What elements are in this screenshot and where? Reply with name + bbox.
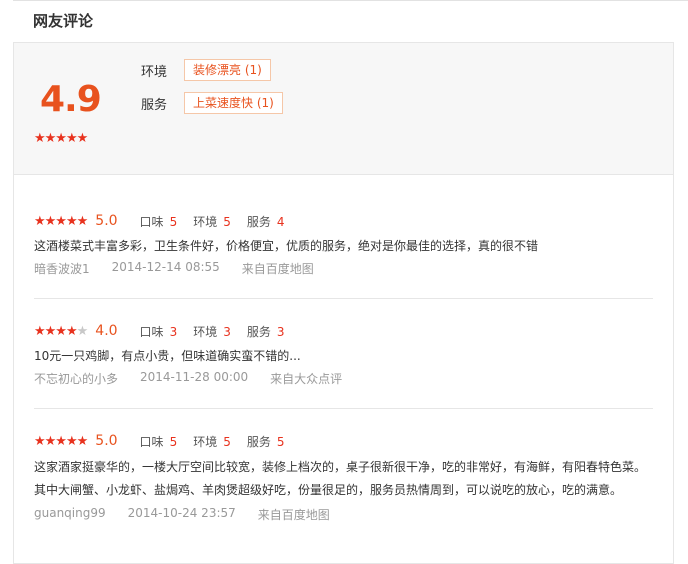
review-score: 5.0 <box>95 433 118 449</box>
taste-rating: 口味 3 <box>139 324 178 339</box>
review-source: 来自大众点评 <box>270 372 343 386</box>
review-header: ★★★★★ 5.0 口味 5 环境 5 服务 4 <box>34 212 654 230</box>
review-score: 4.0 <box>95 323 118 339</box>
environment-rating: 环境 5 <box>193 434 231 449</box>
top-divider <box>13 0 688 1</box>
star-rating-icon: ★★★★★ <box>34 213 88 229</box>
review-meta: guanqing99 2014-10-24 23:57 来自百度地图 <box>34 506 654 523</box>
review-user[interactable]: 暗香波波1 <box>34 260 90 277</box>
review-header: ★★★★★ 4.0 口味 3 环境 3 服务 3 <box>34 322 654 340</box>
review-source: 来自百度地图 <box>257 508 330 522</box>
taste-rating: 口味 5 <box>139 434 178 449</box>
tag-category-label: 服务 <box>141 97 168 113</box>
service-rating: 服务 4 <box>246 214 285 229</box>
service-rating: 服务 5 <box>246 434 285 449</box>
review-source: 来自百度地图 <box>241 262 314 276</box>
review-user[interactable]: guanqing99 <box>34 506 106 523</box>
review-meta: 暗香波波1 2014-12-14 08:55 来自百度地图 <box>34 260 654 277</box>
tag-chip[interactable]: 装修漂亮 (1) <box>184 59 271 81</box>
review-item: ★★★★★ 5.0 口味 5 环境 5 服务 4 这酒楼菜式丰富多彩，卫生条件好，价格… <box>34 212 654 277</box>
rating-summary: 4.9 ★★★★★ 环境 装修漂亮 (1) 服务 上菜速度快 (1) <box>14 43 673 175</box>
review-text: 这家酒家挺豪华的，一楼大厅空间比较宽，装修上档次的，桌子很新很干净，吃的非常好，… <box>34 460 647 497</box>
review-user[interactable]: 不忘初心的小多 <box>34 370 118 387</box>
taste-rating: 口味 5 <box>139 214 178 229</box>
star-rating-icon: ★★★★★ <box>34 323 88 339</box>
review-time: 2014-10-24 23:57 <box>127 506 236 520</box>
review-time: 2014-11-28 00:00 <box>140 370 249 384</box>
review-divider <box>34 408 653 409</box>
environment-rating: 环境 3 <box>193 324 231 339</box>
review-text: 这酒楼菜式丰富多彩，卫生条件好，价格便宜，优质的服务，绝对是你最佳的选择，真的很… <box>34 239 539 253</box>
review-divider <box>34 298 653 299</box>
review-item: ★★★★★ 5.0 口味 5 环境 5 服务 5 这家酒家挺豪华的，一楼大厅空间比较宽… <box>34 432 654 523</box>
review-meta: 不忘初心的小多 2014-11-28 00:00 来自大众点评 <box>34 370 654 387</box>
tag-row-service: 服务 上菜速度快 (1) <box>141 92 283 114</box>
review-item: ★★★★★ 4.0 口味 3 环境 3 服务 3 10元一只鸡脚，有点小贵，但味道确实… <box>34 322 654 387</box>
star-rating-icon: ★★★★★ <box>34 433 88 449</box>
review-score: 5.0 <box>95 213 118 229</box>
overall-score: 4.9 <box>40 79 102 120</box>
reviews-panel: 4.9 ★★★★★ 环境 装修漂亮 (1) 服务 上菜速度快 (1) ★★★★★… <box>13 42 674 564</box>
review-time: 2014-12-14 08:55 <box>111 260 220 274</box>
review-text: 10元一只鸡脚，有点小贵，但味道确实蛮不错的... <box>34 349 301 363</box>
tag-chip[interactable]: 上菜速度快 (1) <box>184 92 283 114</box>
environment-rating: 环境 5 <box>193 214 231 229</box>
service-rating: 服务 3 <box>246 324 285 339</box>
section-title: 网友评论 <box>33 12 94 30</box>
tag-row-environment: 环境 装修漂亮 (1) <box>141 59 271 81</box>
tag-category-label: 环境 <box>141 64 168 80</box>
overall-star-rating-icon: ★★★★★ <box>34 131 88 146</box>
review-header: ★★★★★ 5.0 口味 5 环境 5 服务 5 <box>34 432 654 450</box>
